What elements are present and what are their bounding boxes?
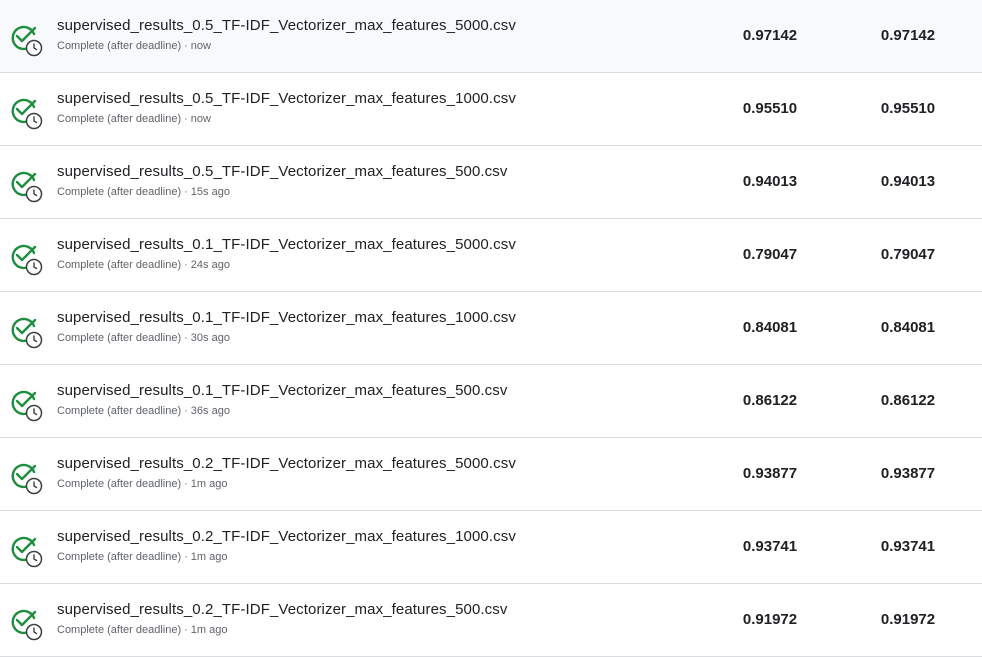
submission-time: 1m ago: [190, 478, 228, 490]
submission-status: Complete (after deadline): [57, 478, 182, 490]
submission-status: Complete (after deadline): [57, 551, 182, 563]
check-circle-with-clock-icon: [9, 242, 43, 276]
submission-row[interactable]: supervised_results_0.2_TF-IDF_Vectorizer…: [0, 584, 982, 657]
submission-filename[interactable]: supervised_results_0.5_TF-IDF_Vectorizer…: [57, 163, 507, 180]
check-circle-with-clock-icon: [9, 169, 43, 203]
meta-separator: ·: [184, 40, 188, 52]
check-circle-with-clock-icon: [9, 23, 43, 57]
submission-status: Complete (after deadline): [57, 40, 182, 52]
meta-separator: ·: [184, 186, 188, 198]
meta-separator: ·: [184, 478, 188, 490]
submission-row[interactable]: supervised_results_0.1_TF-IDF_Vectorizer…: [0, 292, 982, 365]
private-score: 0.93741: [742, 538, 798, 555]
submission-meta: Complete (after deadline) · 36s ago: [57, 405, 230, 417]
submission-status: Complete (after deadline): [57, 113, 182, 125]
meta-separator: ·: [184, 551, 188, 563]
submissions-list: supervised_results_0.5_TF-IDF_Vectorizer…: [0, 0, 982, 657]
submission-filename[interactable]: supervised_results_0.5_TF-IDF_Vectorizer…: [57, 17, 516, 34]
meta-separator: ·: [184, 113, 188, 125]
submission-meta: Complete (after deadline) · now: [57, 40, 211, 52]
submission-time: 24s ago: [190, 259, 230, 271]
private-score: 0.97142: [742, 27, 798, 44]
public-score: 0.84081: [880, 319, 936, 336]
private-score: 0.86122: [742, 392, 798, 409]
submission-row[interactable]: supervised_results_0.5_TF-IDF_Vectorizer…: [0, 0, 982, 73]
check-circle-with-clock-icon: [9, 96, 43, 130]
submission-meta: Complete (after deadline) · 1m ago: [57, 624, 228, 636]
private-score: 0.79047: [742, 246, 798, 263]
public-score: 0.97142: [880, 27, 936, 44]
submission-row[interactable]: supervised_results_0.1_TF-IDF_Vectorizer…: [0, 365, 982, 438]
check-circle-with-clock-icon: [9, 607, 43, 641]
public-score: 0.79047: [880, 246, 936, 263]
public-score: 0.94013: [880, 173, 936, 190]
submission-filename[interactable]: supervised_results_0.1_TF-IDF_Vectorizer…: [57, 382, 507, 399]
submission-status: Complete (after deadline): [57, 332, 182, 344]
submission-filename[interactable]: supervised_results_0.2_TF-IDF_Vectorizer…: [57, 528, 516, 545]
submission-status: Complete (after deadline): [57, 259, 182, 271]
submission-time: 1m ago: [190, 551, 228, 563]
submission-filename[interactable]: supervised_results_0.2_TF-IDF_Vectorizer…: [57, 601, 507, 618]
submission-meta: Complete (after deadline) · 1m ago: [57, 478, 228, 490]
meta-separator: ·: [184, 259, 188, 271]
private-score: 0.84081: [742, 319, 798, 336]
submission-meta: Complete (after deadline) · 15s ago: [57, 186, 230, 198]
check-circle-with-clock-icon: [9, 388, 43, 422]
private-score: 0.91972: [742, 611, 798, 628]
submission-filename[interactable]: supervised_results_0.2_TF-IDF_Vectorizer…: [57, 455, 516, 472]
private-score: 0.93877: [742, 465, 798, 482]
submission-time: now: [190, 40, 211, 52]
public-score: 0.86122: [880, 392, 936, 409]
submission-time: now: [190, 113, 211, 125]
meta-separator: ·: [184, 405, 188, 417]
submission-time: 15s ago: [190, 186, 230, 198]
submission-meta: Complete (after deadline) · 30s ago: [57, 332, 230, 344]
submission-filename[interactable]: supervised_results_0.1_TF-IDF_Vectorizer…: [57, 236, 516, 253]
meta-separator: ·: [184, 624, 188, 636]
check-circle-with-clock-icon: [9, 534, 43, 568]
submission-status: Complete (after deadline): [57, 405, 182, 417]
public-score: 0.95510: [880, 100, 936, 117]
private-score: 0.94013: [742, 173, 798, 190]
submission-row[interactable]: supervised_results_0.2_TF-IDF_Vectorizer…: [0, 511, 982, 584]
public-score: 0.93741: [880, 538, 936, 555]
private-score: 0.95510: [742, 100, 798, 117]
public-score: 0.91972: [880, 611, 936, 628]
submission-row[interactable]: supervised_results_0.5_TF-IDF_Vectorizer…: [0, 146, 982, 219]
submission-time: 36s ago: [190, 405, 230, 417]
submission-row[interactable]: supervised_results_0.1_TF-IDF_Vectorizer…: [0, 219, 982, 292]
submission-time: 1m ago: [190, 624, 228, 636]
submission-meta: Complete (after deadline) · now: [57, 113, 211, 125]
submission-filename[interactable]: supervised_results_0.1_TF-IDF_Vectorizer…: [57, 309, 516, 326]
submission-row[interactable]: supervised_results_0.2_TF-IDF_Vectorizer…: [0, 438, 982, 511]
submission-status: Complete (after deadline): [57, 186, 182, 198]
public-score: 0.93877: [880, 465, 936, 482]
check-circle-with-clock-icon: [9, 461, 43, 495]
submission-meta: Complete (after deadline) · 24s ago: [57, 259, 230, 271]
meta-separator: ·: [184, 332, 188, 344]
submission-time: 30s ago: [190, 332, 230, 344]
submission-meta: Complete (after deadline) · 1m ago: [57, 551, 228, 563]
check-circle-with-clock-icon: [9, 315, 43, 349]
submission-row[interactable]: supervised_results_0.5_TF-IDF_Vectorizer…: [0, 73, 982, 146]
submission-status: Complete (after deadline): [57, 624, 182, 636]
submission-filename[interactable]: supervised_results_0.5_TF-IDF_Vectorizer…: [57, 90, 516, 107]
